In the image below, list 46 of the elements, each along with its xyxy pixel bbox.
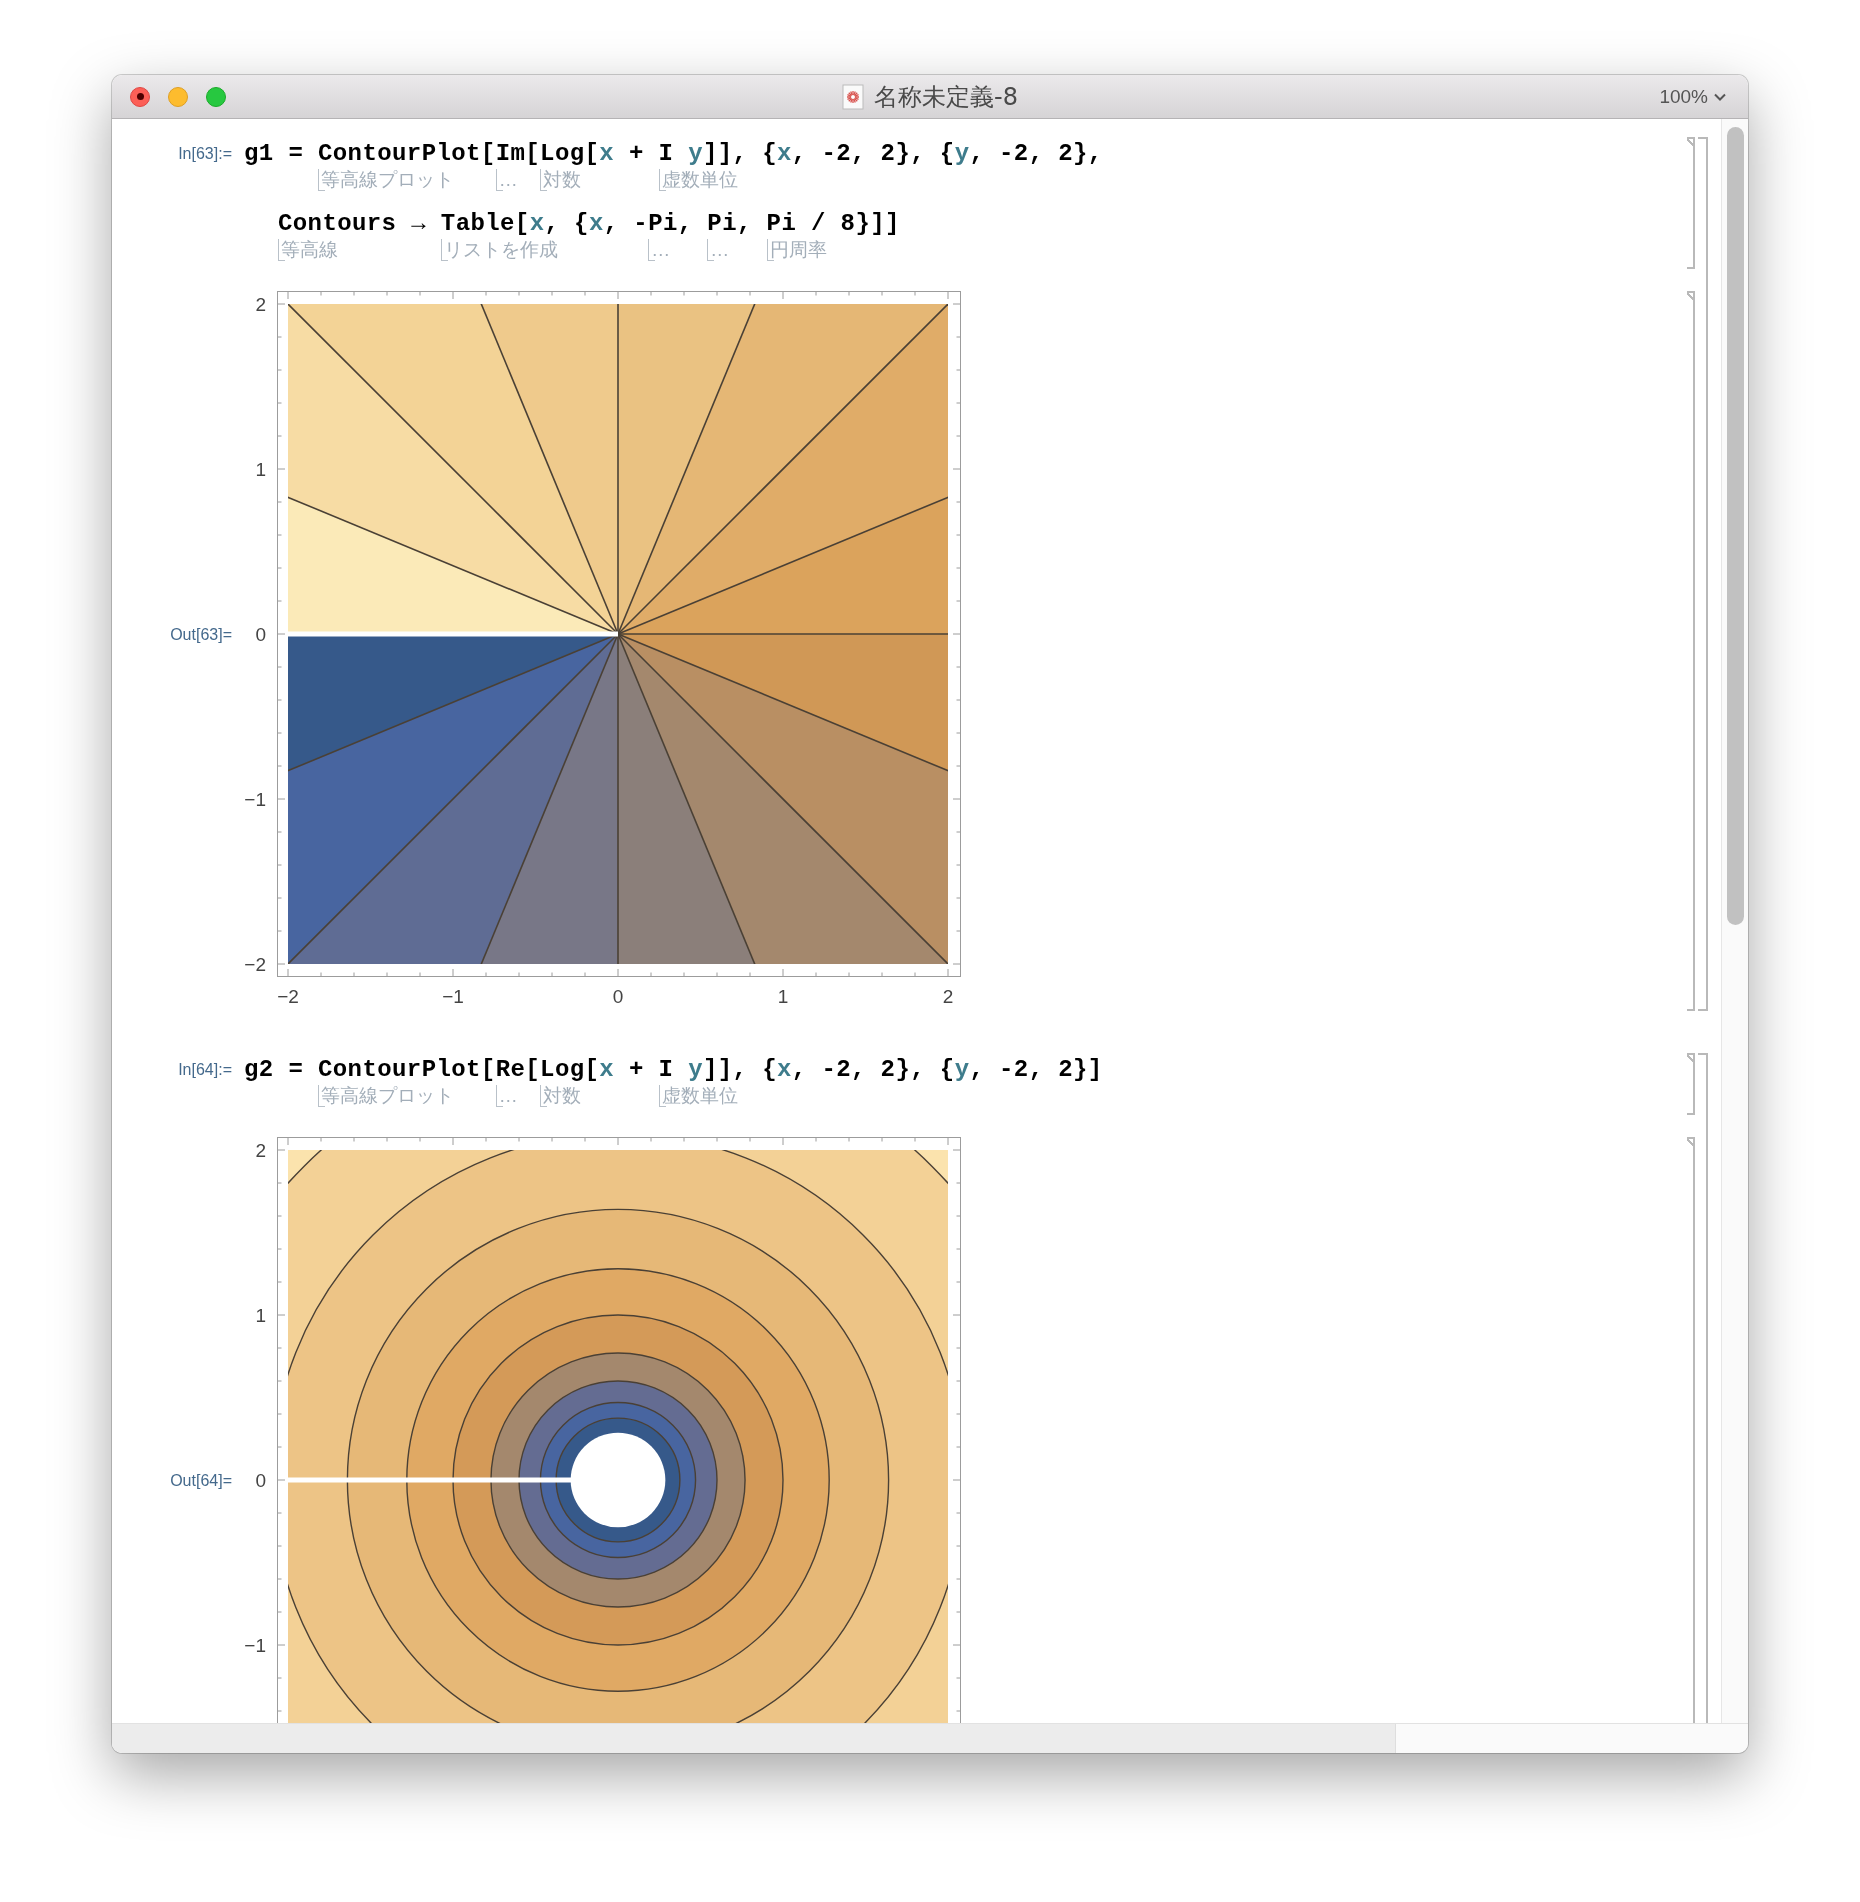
tick-label: 2 [255,1140,266,1161]
annotation-label: 対数 [540,169,582,191]
annotation-label: … [707,239,730,261]
annotation-label: 対数 [540,1085,582,1107]
input-label: In[63]:= [177,144,232,164]
annotation-label: … [648,239,671,261]
cell-bracket[interactable] [1687,1137,1695,1723]
tick-label: 0 [612,986,624,1007]
cell-bracket[interactable] [1687,1053,1695,1115]
tick-label: 1 [255,459,266,480]
annotation-label: 虚数単位 [658,169,738,191]
annotation-label: リストを作成 [440,239,558,261]
tick-label: 2 [942,986,954,1007]
cell-bracket[interactable] [1687,137,1695,269]
tick-label: −1 [442,986,464,1007]
code-line[interactable]: g2 = ContourPlot[Re[Log[x + I y]], {x, -2, 2}, {y, -2, 2}] [244,1055,1103,1085]
output-label: Out[64]= [169,1472,232,1490]
close-button[interactable] [130,86,150,107]
annotation-label: 円周率 [766,239,827,261]
annotation-label: 虚数単位 [658,1085,738,1107]
chevron-icon [1714,92,1726,101]
tick-label: 1 [255,1305,266,1326]
window-title: 名称未定義-8 [874,81,1018,113]
annotation-label: … [495,1085,518,1107]
group-bracket[interactable] [1698,137,1708,1011]
horizontal-scrollbar-thumb[interactable] [112,1724,1396,1753]
tick-label: 0 [255,624,266,645]
tick-label: 1 [777,986,789,1007]
zoom-dropdown[interactable]: 100% [1659,85,1726,108]
tick-label: −2 [277,986,299,1007]
document-icon [842,83,865,110]
input-label: In[64]:= [177,1060,232,1080]
maximize-button[interactable] [206,86,226,107]
tick-label: 2 [255,294,266,315]
cell-bracket[interactable] [1687,291,1695,1011]
output-label: Out[63]= [169,626,232,644]
tick-label: −2 [244,954,266,975]
annotation-label: … [495,169,518,191]
tick-label: −1 [244,789,266,810]
vertical-scrollbar-thumb[interactable] [1727,127,1744,925]
tick-label: −1 [244,1635,266,1656]
code-line[interactable]: Contours → Table[x, {x, -Pi, Pi, Pi / 8}]] [278,209,900,239]
annotation-label: 等高線 [278,239,338,261]
code-line[interactable]: g1 = ContourPlot[Im[Log[x + I y]], {x, -2, 2}, {y, -2, 2}, [244,139,1103,169]
minimize-button[interactable] [168,86,188,107]
tick-label: 0 [255,1470,266,1491]
